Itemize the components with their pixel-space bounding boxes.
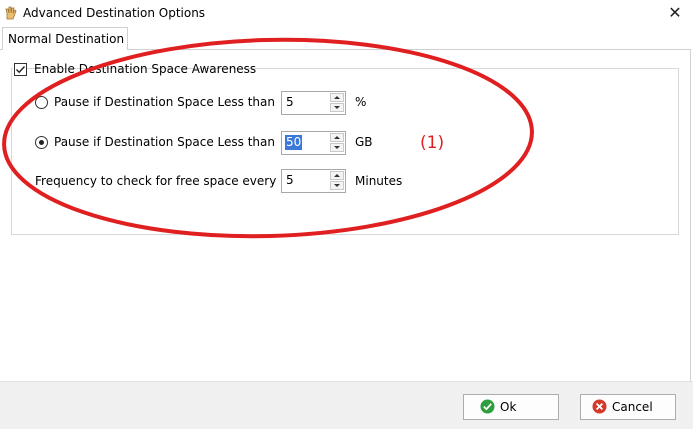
frequency-value[interactable]: 5 bbox=[285, 173, 295, 188]
group-header: Enable Destination Space Awareness bbox=[13, 60, 256, 78]
gb-unit-label: GB bbox=[355, 135, 373, 149]
pause-percent-label: Pause if Destination Space Less than bbox=[54, 95, 275, 109]
spin-up-arrow-icon[interactable] bbox=[330, 171, 344, 180]
radio-selected-dot bbox=[39, 140, 44, 145]
tab-label: Normal Destination bbox=[8, 32, 125, 46]
pause-percent-spinner[interactable]: 5 bbox=[281, 91, 346, 115]
minutes-unit-label: Minutes bbox=[355, 174, 403, 188]
spin-down-arrow-icon[interactable] bbox=[330, 103, 344, 112]
pause-gb-label: Pause if Destination Space Less than bbox=[54, 135, 275, 149]
spin-up-arrow-icon[interactable] bbox=[330, 133, 344, 142]
x-circle-icon bbox=[592, 399, 607, 414]
percent-unit-label: % bbox=[355, 95, 367, 109]
enable-space-awareness-label: Enable Destination Space Awareness bbox=[34, 62, 257, 76]
spin-up-arrow-icon[interactable] bbox=[330, 93, 344, 102]
window-title: Advanced Destination Options bbox=[23, 6, 206, 20]
cancel-button-label: Cancel bbox=[612, 400, 653, 414]
dialog-window: Advanced Destination Options ✕ Normal De… bbox=[0, 0, 693, 429]
enable-space-awareness-checkbox[interactable] bbox=[14, 63, 27, 76]
frequency-label: Frequency to check for free space every bbox=[35, 174, 277, 188]
app-hand-icon bbox=[5, 6, 17, 20]
frequency-spinner[interactable]: 5 bbox=[281, 169, 346, 193]
annotation-label: (1) bbox=[420, 133, 445, 153]
tab-normal-destination[interactable]: Normal Destination bbox=[2, 27, 128, 50]
pause-percent-value[interactable]: 5 bbox=[285, 95, 295, 110]
pause-gb-value[interactable]: 50 bbox=[285, 135, 303, 150]
title-bar: Advanced Destination Options ✕ bbox=[0, 0, 693, 27]
pause-gb-spinner[interactable]: 50 bbox=[281, 131, 346, 155]
cancel-button[interactable]: Cancel bbox=[580, 394, 676, 420]
checkmark-icon bbox=[16, 66, 26, 74]
pause-gb-radio[interactable] bbox=[35, 136, 48, 149]
spin-down-arrow-icon[interactable] bbox=[330, 143, 344, 152]
ok-button-label: Ok bbox=[500, 400, 517, 414]
close-icon[interactable]: ✕ bbox=[660, 1, 690, 25]
ok-button[interactable]: Ok bbox=[463, 394, 559, 420]
pause-percent-radio[interactable] bbox=[35, 96, 48, 109]
spin-down-arrow-icon[interactable] bbox=[330, 181, 344, 190]
check-circle-icon bbox=[480, 399, 495, 414]
dialog-footer: Ok Cancel bbox=[0, 381, 693, 429]
